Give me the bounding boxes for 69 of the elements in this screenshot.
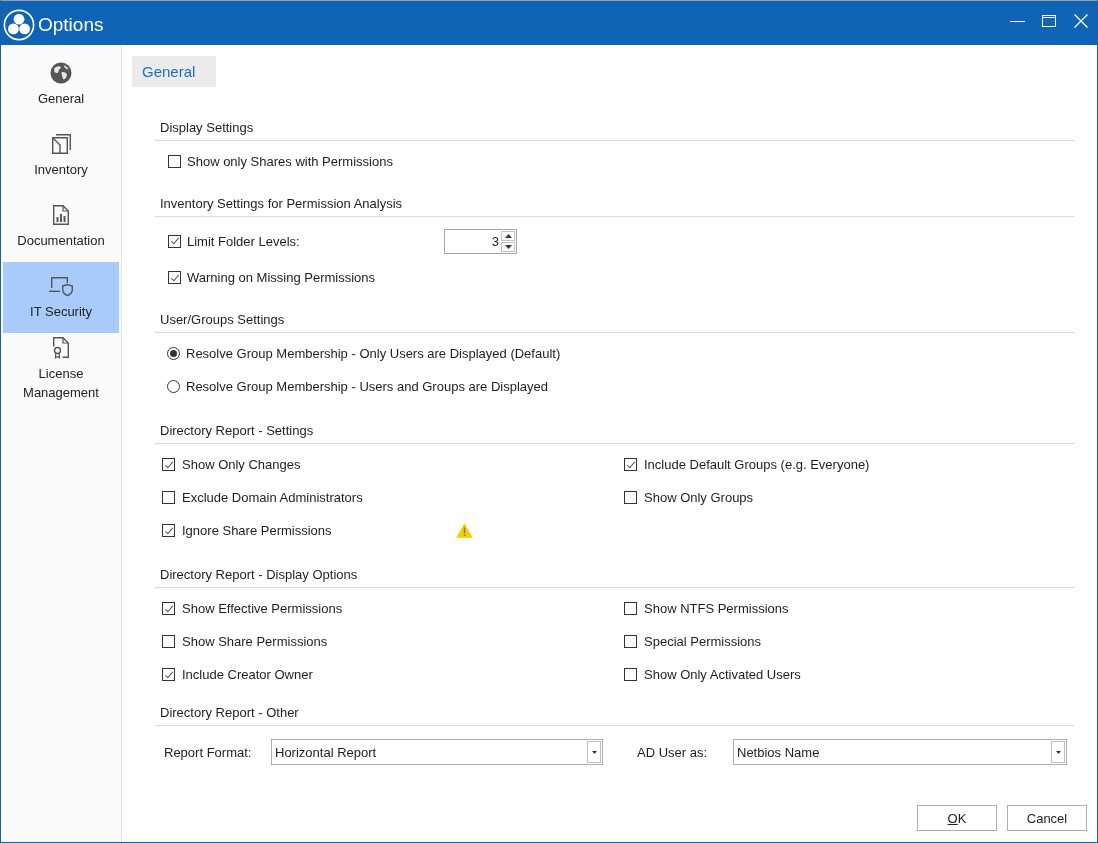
- checkbox[interactable]: [624, 635, 637, 648]
- radio-label: Resolve Group Membership - Users and Groups are Displayed: [186, 379, 548, 394]
- sidebar-item[interactable]: Documentation: [3, 191, 119, 262]
- checkbox-label: Show Only Changes: [182, 457, 301, 472]
- checkbox-label: Show Effective Permissions: [182, 601, 343, 616]
- checkbox-label: Show Only Activated Users: [644, 667, 801, 682]
- radio-button[interactable]: [167, 380, 180, 393]
- section-heading: Inventory Settings for Permission Analysis: [160, 195, 403, 211]
- radio-label: Resolve Group Membership - Only Users are Displayed (Default): [186, 346, 561, 361]
- checkbox-label: Include Creator Owner: [182, 667, 313, 682]
- checkbox[interactable]: [162, 668, 175, 681]
- chart-document-icon: [52, 203, 70, 226]
- tab[interactable]: General: [132, 56, 217, 87]
- caret-down-icon: [591, 750, 597, 754]
- checkbox-label: Special Permissions: [644, 634, 762, 649]
- sidebar-item[interactable]: IT Security: [3, 262, 119, 333]
- section-heading: Display Settings: [160, 119, 254, 135]
- minimize-icon: [1009, 20, 1025, 22]
- dropdown-button[interactable]: [587, 741, 601, 763]
- spin-up-button[interactable]: [501, 230, 515, 241]
- checkbox[interactable]: [162, 524, 175, 537]
- close-icon: [1074, 14, 1088, 28]
- section-heading: Directory Report - Other: [160, 704, 299, 720]
- field-label: Report Format:: [164, 744, 252, 760]
- certificate-icon: [52, 335, 70, 359]
- section-heading: User/Groups Settings: [160, 311, 285, 327]
- caret-up-icon: [504, 233, 512, 238]
- checkbox[interactable]: [168, 234, 181, 248]
- globe-icon: [50, 61, 72, 84]
- dropdown[interactable]: Netbios Name: [733, 739, 1067, 765]
- checkbox-label: Exclude Domain Administrators: [182, 490, 363, 505]
- cancel-button[interactable]: Cancel: [1007, 805, 1087, 831]
- checkbox[interactable]: [168, 155, 181, 168]
- checkbox-label: Ignore Share Permissions: [182, 523, 332, 538]
- checkbox[interactable]: [162, 458, 175, 471]
- caret-down-icon: [504, 244, 512, 249]
- section-heading: Directory Report - Display Options: [160, 566, 358, 582]
- checkbox[interactable]: [624, 668, 637, 681]
- checkbox[interactable]: [624, 491, 637, 504]
- sidebar-item[interactable]: General: [3, 49, 119, 120]
- checkbox-label: Show only Shares with Permissions: [187, 154, 393, 169]
- spin-down-button[interactable]: [501, 241, 515, 252]
- number-spinner[interactable]: 3: [444, 228, 517, 254]
- maximize-icon: [1042, 15, 1056, 27]
- checkbox[interactable]: [168, 271, 181, 284]
- section-heading: Directory Report - Settings: [160, 422, 314, 438]
- checkbox-label: Show Share Permissions: [182, 634, 328, 649]
- logo-icon: [3, 9, 35, 41]
- sidebar-item[interactable]: Inventory: [3, 120, 119, 191]
- checkbox-label: Include Default Groups (e.g. Everyone): [644, 457, 870, 472]
- window-title: Options: [38, 14, 104, 36]
- dropdown[interactable]: Horizontal Report: [271, 739, 603, 765]
- checkbox[interactable]: [162, 635, 175, 648]
- field-label: AD User as:: [637, 744, 708, 760]
- checkbox-label: Limit Folder Levels:: [187, 233, 300, 249]
- documents-icon: [50, 132, 72, 155]
- sidebar-item[interactable]: License Management: [3, 333, 119, 404]
- checkbox-label: Warning on Missing Permissions: [187, 270, 376, 285]
- checkbox[interactable]: [162, 602, 175, 615]
- laptop-shield-icon: [48, 274, 74, 297]
- checkbox-label: Show NTFS Permissions: [644, 601, 789, 616]
- caret-down-icon: [1055, 750, 1061, 754]
- checkbox[interactable]: [624, 458, 637, 471]
- checkbox[interactable]: [624, 602, 637, 615]
- checkbox-label: Show Only Groups: [644, 490, 754, 505]
- checkbox[interactable]: [162, 491, 175, 504]
- ok-button[interactable]: OK: [917, 805, 997, 831]
- radio-button[interactable]: [167, 347, 180, 360]
- dropdown-button[interactable]: [1051, 741, 1065, 763]
